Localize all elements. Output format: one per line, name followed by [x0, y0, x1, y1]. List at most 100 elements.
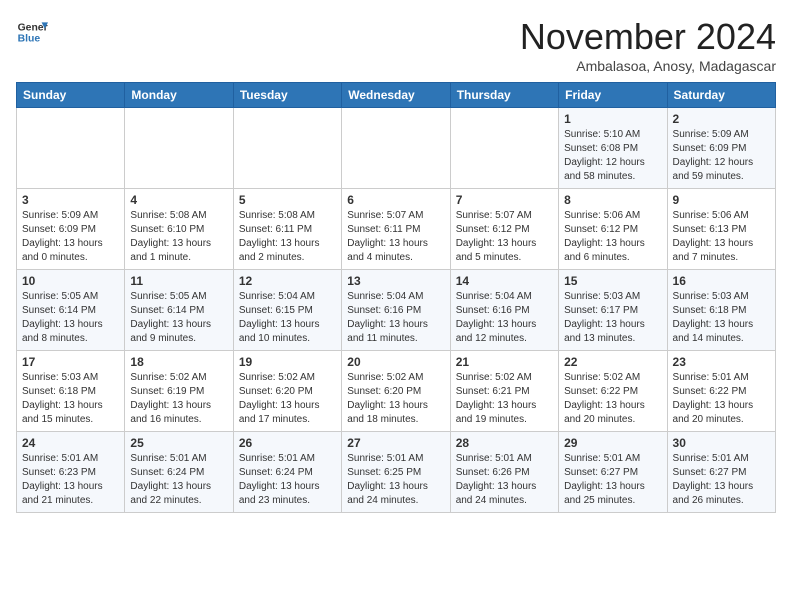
calendar-cell: 4 Sunrise: 5:08 AM Sunset: 6:10 PM Daylig… [125, 189, 233, 270]
cell-content: Sunrise: 5:01 AM Sunset: 6:24 PM Dayligh… [239, 452, 336, 508]
day-number: 23 [673, 355, 770, 369]
day-number: 22 [564, 355, 661, 369]
day-number: 28 [456, 436, 553, 450]
day-header-sunday: Sunday [17, 83, 125, 108]
calendar-cell: 18Sunrise: 5:02 AM Sunset: 6:19 PM Dayli… [125, 351, 233, 432]
page-header: General Blue November 2024 Ambalasoa, An… [16, 16, 776, 74]
day-number: 15 [564, 274, 661, 288]
cell-content: Sunrise: 5:08 AM Sunset: 6:10 PM Dayligh… [130, 209, 227, 265]
calendar-cell: 1Sunrise: 5:10 AM Sunset: 6:08 PM Daylig… [559, 108, 667, 189]
calendar-cell [450, 108, 558, 189]
cell-content: Sunrise: 5:07 AM Sunset: 6:12 PM Dayligh… [456, 209, 553, 265]
cell-content: Sunrise: 5:03 AM Sunset: 6:18 PM Dayligh… [673, 290, 770, 346]
logo-icon: General Blue [16, 16, 48, 48]
calendar-cell [125, 108, 233, 189]
calendar-week-3: 10 Sunrise: 5:05 AM Sunset: 6:14 PM Dayli… [17, 270, 776, 351]
day-number: 25 [130, 436, 227, 450]
day-number: 6 [347, 193, 444, 207]
cell-content: Sunrise: 5:04 AM Sunset: 6:16 PM Dayligh… [456, 290, 553, 346]
day-header-saturday: Saturday [667, 83, 775, 108]
day-number: 3 [22, 193, 119, 207]
day-header-thursday: Thursday [450, 83, 558, 108]
day-header-friday: Friday [559, 83, 667, 108]
cell-content: Sunrise: 5:09 AM Sunset: 6:09 PM Dayligh… [22, 209, 119, 265]
month-title: November 2024 [520, 16, 776, 58]
cell-content: Sunrise: 5:04 AM Sunset: 6:16 PM Dayligh… [347, 290, 444, 346]
calendar-cell: 21 Sunrise: 5:02 AM Sunset: 6:21 PM Dayli… [450, 351, 558, 432]
day-number: 1 [564, 112, 661, 126]
calendar-week-4: 17Sunrise: 5:03 AM Sunset: 6:18 PM Dayli… [17, 351, 776, 432]
cell-content: Sunrise: 5:06 AM Sunset: 6:12 PM Dayligh… [564, 209, 661, 265]
day-number: 27 [347, 436, 444, 450]
day-number: 12 [239, 274, 336, 288]
day-number: 7 [456, 193, 553, 207]
day-number: 24 [22, 436, 119, 450]
cell-content: Sunrise: 5:01 AM Sunset: 6:25 PM Dayligh… [347, 452, 444, 508]
calendar-week-1: 1Sunrise: 5:10 AM Sunset: 6:08 PM Daylig… [17, 108, 776, 189]
cell-content: Sunrise: 5:01 AM Sunset: 6:22 PM Dayligh… [673, 371, 770, 427]
cell-content: Sunrise: 5:02 AM Sunset: 6:21 PM Dayligh… [456, 371, 553, 427]
calendar-cell: 16Sunrise: 5:03 AM Sunset: 6:18 PM Dayli… [667, 270, 775, 351]
day-number: 18 [130, 355, 227, 369]
calendar-cell [342, 108, 450, 189]
calendar-cell: 29 Sunrise: 5:01 AM Sunset: 6:27 PM Dayli… [559, 432, 667, 513]
calendar-cell: 27 Sunrise: 5:01 AM Sunset: 6:25 PM Dayli… [342, 432, 450, 513]
calendar-cell: 7 Sunrise: 5:07 AM Sunset: 6:12 PM Daylig… [450, 189, 558, 270]
calendar-cell: 6 Sunrise: 5:07 AM Sunset: 6:11 PM Daylig… [342, 189, 450, 270]
calendar-cell: 11 Sunrise: 5:05 AM Sunset: 6:14 PM Dayli… [125, 270, 233, 351]
calendar-cell: 20 Sunrise: 5:02 AM Sunset: 6:20 PM Dayli… [342, 351, 450, 432]
day-number: 30 [673, 436, 770, 450]
day-number: 14 [456, 274, 553, 288]
day-number: 9 [673, 193, 770, 207]
calendar-cell: 15 Sunrise: 5:03 AM Sunset: 6:17 PM Dayli… [559, 270, 667, 351]
calendar-cell: 25 Sunrise: 5:01 AM Sunset: 6:24 PM Dayli… [125, 432, 233, 513]
cell-content: Sunrise: 5:06 AM Sunset: 6:13 PM Dayligh… [673, 209, 770, 265]
location: Ambalasoa, Anosy, Madagascar [520, 58, 776, 74]
calendar-cell: 17Sunrise: 5:03 AM Sunset: 6:18 PM Dayli… [17, 351, 125, 432]
svg-text:Blue: Blue [18, 34, 41, 45]
cell-content: Sunrise: 5:01 AM Sunset: 6:24 PM Dayligh… [130, 452, 227, 508]
cell-content: Sunrise: 5:02 AM Sunset: 6:20 PM Dayligh… [347, 371, 444, 427]
cell-content: Sunrise: 5:01 AM Sunset: 6:27 PM Dayligh… [564, 452, 661, 508]
calendar-header-row: SundayMondayTuesdayWednesdayThursdayFrid… [17, 83, 776, 108]
calendar-cell: 30 Sunrise: 5:01 AM Sunset: 6:27 PM Dayli… [667, 432, 775, 513]
day-number: 29 [564, 436, 661, 450]
calendar-cell [233, 108, 341, 189]
calendar-cell: 10 Sunrise: 5:05 AM Sunset: 6:14 PM Dayli… [17, 270, 125, 351]
calendar-cell: 19Sunrise: 5:02 AM Sunset: 6:20 PM Dayli… [233, 351, 341, 432]
calendar-cell: 5Sunrise: 5:08 AM Sunset: 6:11 PM Daylig… [233, 189, 341, 270]
day-number: 26 [239, 436, 336, 450]
day-header-wednesday: Wednesday [342, 83, 450, 108]
calendar-cell: 12 Sunrise: 5:04 AM Sunset: 6:15 PM Dayli… [233, 270, 341, 351]
calendar-cell: 28 Sunrise: 5:01 AM Sunset: 6:26 PM Dayli… [450, 432, 558, 513]
calendar-cell: 3 Sunrise: 5:09 AM Sunset: 6:09 PM Daylig… [17, 189, 125, 270]
day-header-tuesday: Tuesday [233, 83, 341, 108]
day-number: 13 [347, 274, 444, 288]
day-header-monday: Monday [125, 83, 233, 108]
cell-content: Sunrise: 5:01 AM Sunset: 6:26 PM Dayligh… [456, 452, 553, 508]
day-number: 2 [673, 112, 770, 126]
cell-content: Sunrise: 5:01 AM Sunset: 6:27 PM Dayligh… [673, 452, 770, 508]
cell-content: Sunrise: 5:03 AM Sunset: 6:17 PM Dayligh… [564, 290, 661, 346]
cell-content: Sunrise: 5:02 AM Sunset: 6:20 PM Dayligh… [239, 371, 336, 427]
calendar-week-2: 3 Sunrise: 5:09 AM Sunset: 6:09 PM Daylig… [17, 189, 776, 270]
calendar-cell: 13 Sunrise: 5:04 AM Sunset: 6:16 PM Dayli… [342, 270, 450, 351]
title-block: November 2024 Ambalasoa, Anosy, Madagasc… [520, 16, 776, 74]
cell-content: Sunrise: 5:04 AM Sunset: 6:15 PM Dayligh… [239, 290, 336, 346]
day-number: 4 [130, 193, 227, 207]
calendar-cell: 24Sunrise: 5:01 AM Sunset: 6:23 PM Dayli… [17, 432, 125, 513]
day-number: 11 [130, 274, 227, 288]
day-number: 17 [22, 355, 119, 369]
day-number: 5 [239, 193, 336, 207]
cell-content: Sunrise: 5:05 AM Sunset: 6:14 PM Dayligh… [22, 290, 119, 346]
day-number: 20 [347, 355, 444, 369]
day-number: 10 [22, 274, 119, 288]
calendar-cell: 22Sunrise: 5:02 AM Sunset: 6:22 PM Dayli… [559, 351, 667, 432]
day-number: 21 [456, 355, 553, 369]
calendar-table: SundayMondayTuesdayWednesdayThursdayFrid… [16, 82, 776, 513]
cell-content: Sunrise: 5:07 AM Sunset: 6:11 PM Dayligh… [347, 209, 444, 265]
cell-content: Sunrise: 5:09 AM Sunset: 6:09 PM Dayligh… [673, 128, 770, 184]
day-number: 8 [564, 193, 661, 207]
cell-content: Sunrise: 5:05 AM Sunset: 6:14 PM Dayligh… [130, 290, 227, 346]
calendar-week-5: 24Sunrise: 5:01 AM Sunset: 6:23 PM Dayli… [17, 432, 776, 513]
